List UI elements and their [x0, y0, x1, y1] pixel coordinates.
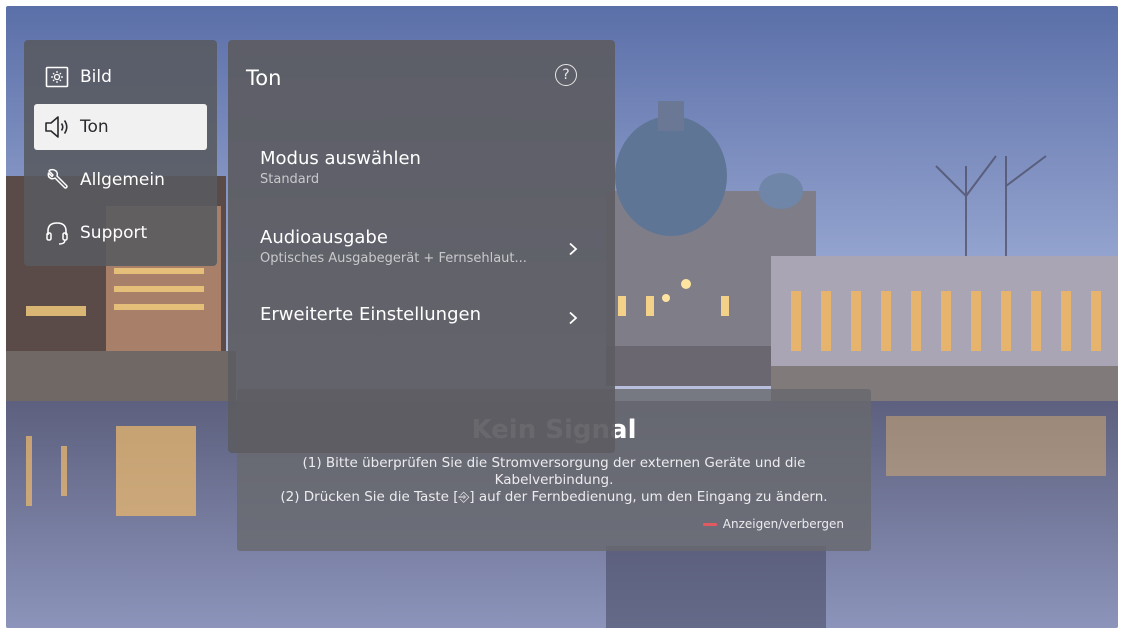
settings-category-menu: Bild Ton Allgemein Support [24, 40, 217, 266]
setting-label: Erweiterte Einstellungen [260, 304, 481, 325]
picture-settings-icon [42, 65, 72, 89]
menu-item-ton[interactable]: Ton [34, 104, 207, 150]
menu-item-label: Bild [80, 67, 112, 87]
menu-item-label: Support [80, 223, 148, 243]
help-icon[interactable]: ? [555, 64, 577, 86]
wrench-icon [42, 168, 72, 192]
speaker-icon [42, 115, 72, 139]
headset-icon [42, 221, 72, 245]
sound-settings-panel: Ton ? Modus auswählen Standard Audioausg… [228, 40, 615, 453]
tv-screen: Bild Ton Allgemein Support Ton ? Modus a… [6, 6, 1118, 628]
setting-advanced[interactable]: Erweiterte Einstellungen [260, 304, 590, 332]
setting-value: Optisches Ausgabegerät + Fernsehlaut... [260, 251, 527, 266]
setting-audio-output[interactable]: Audioausgabe Optisches Ausgabegerät + Fe… [260, 227, 590, 271]
setting-label: Audioausgabe [260, 227, 388, 248]
menu-item-bild[interactable]: Bild [34, 54, 207, 100]
menu-item-label: Ton [80, 117, 109, 137]
menu-item-support[interactable]: Support [34, 210, 207, 256]
setting-label: Modus auswählen [260, 148, 421, 169]
menu-item-allgemein[interactable]: Allgemein [34, 157, 207, 203]
menu-item-label: Allgemein [80, 170, 165, 190]
setting-mode-select[interactable]: Modus auswählen Standard [260, 148, 590, 192]
instruction-line-2: (2) Drücken Sie die Taste [⎆] auf der Fe… [280, 489, 828, 505]
setting-value: Standard [260, 172, 320, 187]
panel-title: Ton [246, 66, 282, 90]
chevron-right-icon [569, 242, 578, 256]
toggle-label: Anzeigen/verbergen [722, 517, 844, 531]
no-signal-instructions: (1) Bitte überprüfen Sie die Stromversor… [277, 455, 831, 506]
chevron-right-icon [569, 311, 578, 325]
red-button-icon [702, 522, 717, 526]
show-hide-toggle[interactable]: Anzeigen/verbergen [702, 517, 844, 531]
instruction-line-1: (1) Bitte überprüfen Sie die Stromversor… [302, 455, 806, 488]
